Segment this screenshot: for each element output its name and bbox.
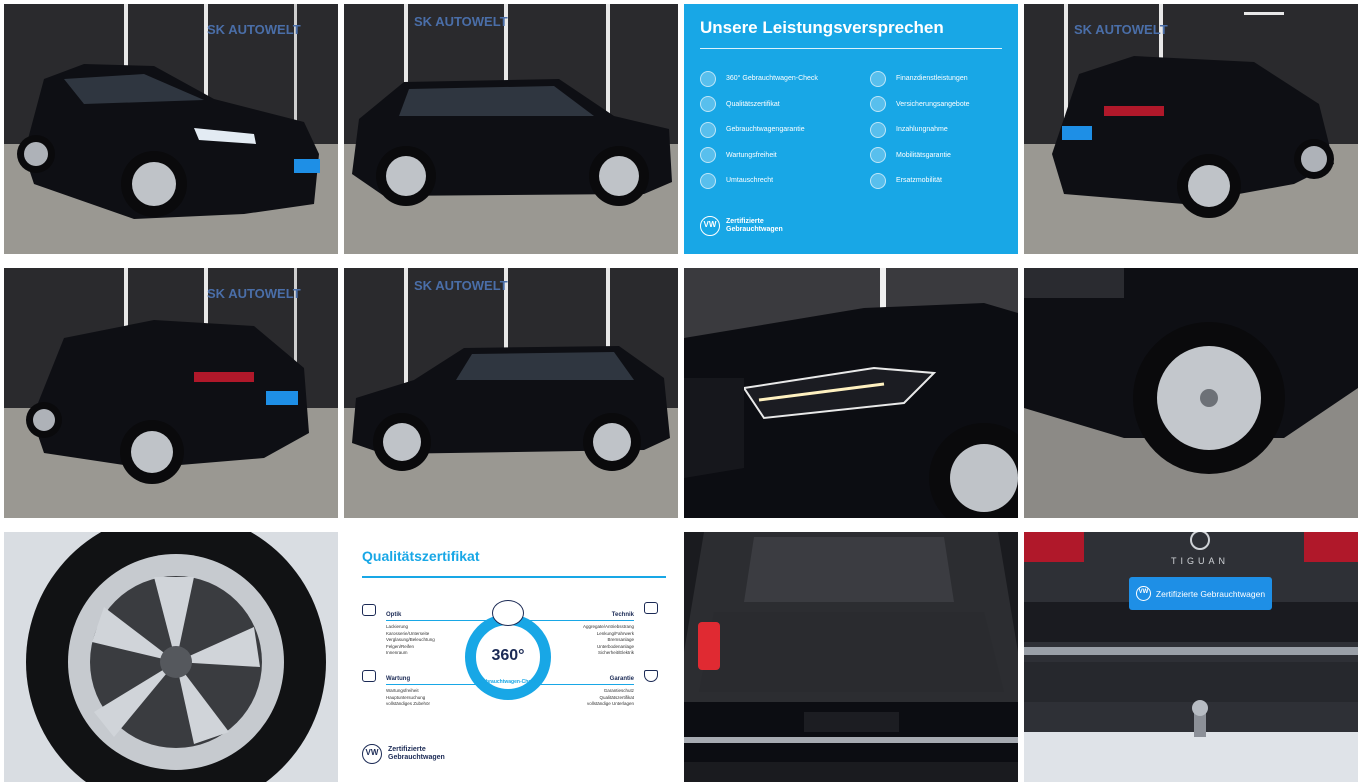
- dealer-logo: SK AUTOWELT: [1074, 22, 1168, 37]
- photo-rear-towbar[interactable]: TIGUAN Zertifizierte Gebrauchtwagen: [1024, 532, 1358, 782]
- quality-certificate-panel[interactable]: Qualitätszertifikat Optik Lackierung Kar…: [344, 532, 678, 782]
- certified-badge: ZertifizierteGebrauchtwagen: [700, 216, 783, 236]
- certified-badge: ZertifizierteGebrauchtwagen: [362, 744, 445, 764]
- promise-list-left: 360° Gebrauchtwagen-Check Qualitätszerti…: [700, 66, 818, 194]
- wrench-icon: [362, 670, 376, 682]
- quality-divider: [362, 576, 666, 578]
- mobility-icon: [870, 147, 886, 164]
- promise-divider: [700, 48, 1002, 49]
- model-badge: TIGUAN: [1171, 556, 1229, 566]
- check-360-icon: [700, 70, 716, 87]
- dealer-logo: SK AUTOWELT: [414, 14, 508, 29]
- car-body-icon: [362, 604, 376, 616]
- promise-item: Mobilitätsgarantie: [870, 143, 970, 169]
- photo-wheel-close-up[interactable]: [4, 532, 338, 782]
- insurance-icon: [870, 96, 886, 113]
- dealer-logo: SK AUTOWELT: [414, 278, 508, 293]
- shield-check-icon: [644, 670, 658, 682]
- photo-gallery: SK AUTOWELT SK AUTOWELT Unsere Leistungs…: [0, 0, 1363, 782]
- photo-headlight[interactable]: [684, 268, 1018, 518]
- maintenance-icon: [700, 147, 716, 164]
- finance-icon: [870, 70, 886, 87]
- promise-item: Finanzdienstleistungen: [870, 66, 970, 92]
- engine-icon: [644, 602, 658, 614]
- photo-side-right[interactable]: SK AUTOWELT: [344, 4, 678, 254]
- photo-rear-three-quarter-right[interactable]: SK AUTOWELT: [1024, 4, 1358, 254]
- promise-list-right: Finanzdienstleistungen Versicherungsange…: [870, 66, 970, 194]
- vw-logo-icon: [1135, 586, 1151, 601]
- car-check-icon: [492, 600, 524, 626]
- vw-logo-icon: [362, 744, 382, 764]
- replacement-car-icon: [870, 172, 886, 189]
- promise-item: Inzahlungnahme: [870, 117, 970, 143]
- exchange-icon: [700, 172, 716, 189]
- quality-title: Qualitätszertifikat: [362, 548, 480, 564]
- promise-item: Umtauschrecht: [700, 168, 818, 194]
- dealer-logo: SK AUTOWELT: [207, 22, 301, 37]
- photo-trunk[interactable]: [684, 532, 1018, 782]
- check-360-ring: 360° Gebrauchtwagen-Check: [465, 614, 551, 700]
- promise-item: 360° Gebrauchtwagen-Check: [700, 66, 818, 92]
- service-promise-panel[interactable]: Unsere Leistungsversprechen 360° Gebrauc…: [684, 4, 1018, 254]
- photo-front-wheel[interactable]: [1024, 268, 1358, 518]
- promise-item: Versicherungsangebote: [870, 92, 970, 118]
- photo-front-three-quarter[interactable]: SK AUTOWELT: [4, 4, 338, 254]
- photo-side-left[interactable]: SK AUTOWELT: [344, 268, 678, 518]
- promise-item: Gebrauchtwagengarantie: [700, 117, 818, 143]
- promise-item: Ersatzmobilität: [870, 168, 970, 194]
- promise-item: Wartungsfreiheit: [700, 143, 818, 169]
- promise-item: Qualitätszertifikat: [700, 92, 818, 118]
- vw-logo-icon: [700, 216, 720, 236]
- photo-rear-three-quarter-left[interactable]: SK AUTOWELT: [4, 268, 338, 518]
- trade-in-icon: [870, 121, 886, 138]
- dealer-logo: SK AUTOWELT: [207, 286, 301, 301]
- certificate-icon: [700, 96, 716, 113]
- warranty-icon: [700, 121, 716, 138]
- certified-plate: Zertifizierte Gebrauchtwagen: [1129, 577, 1272, 610]
- promise-title: Unsere Leistungsversprechen: [700, 18, 944, 37]
